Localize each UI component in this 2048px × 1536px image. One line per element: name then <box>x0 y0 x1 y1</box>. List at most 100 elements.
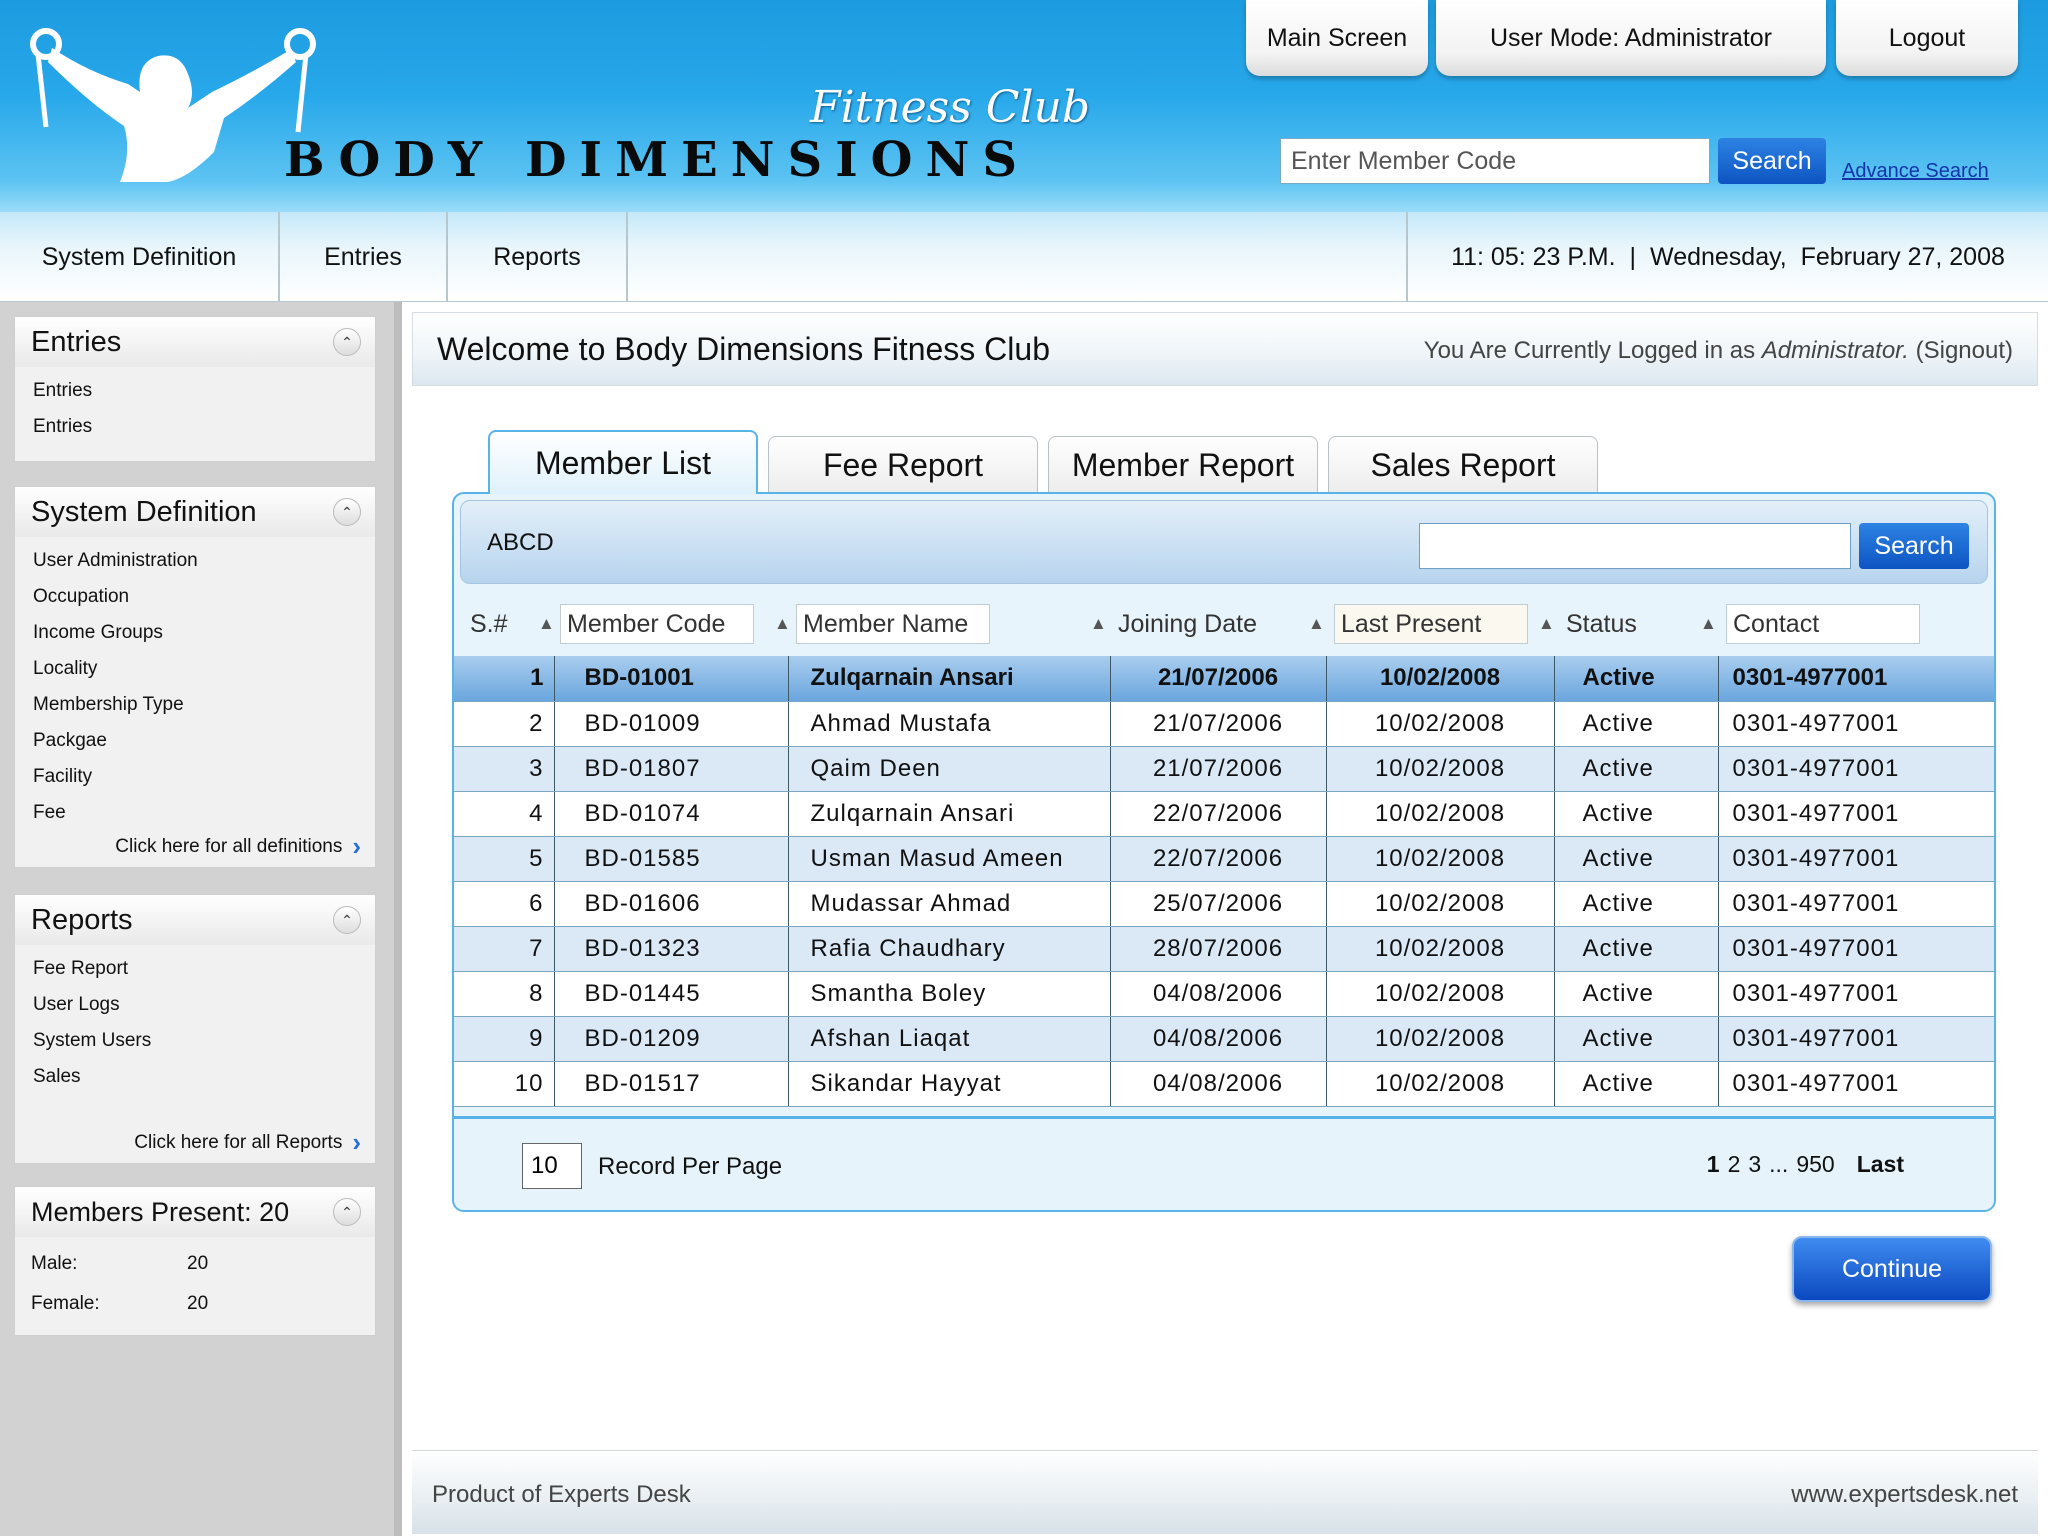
nav-entries[interactable]: Entries <box>280 212 448 302</box>
sidebar-item-entries[interactable]: Entries <box>33 409 375 445</box>
sidebar-item-entries[interactable]: Entries <box>33 373 375 409</box>
sidebar-item-sales[interactable]: Sales <box>33 1059 375 1095</box>
female-label: Female: <box>31 1293 100 1314</box>
collapse-icon[interactable]: ⌃ <box>333 498 361 526</box>
cell-member-code: BD-01585 <box>554 836 789 882</box>
time-display: 11: 05: 23 P.M. <box>1451 242 1616 271</box>
member-code-search-input[interactable] <box>1280 138 1710 184</box>
main-content: Welcome to Body Dimensions Fitness Club … <box>402 302 2048 1536</box>
column-header-contact[interactable]: Contact <box>1726 604 1920 644</box>
cell-member-name: Smantha Boley <box>788 971 1111 1017</box>
cell-member-name: Zulqarnain Ansari <box>788 791 1111 837</box>
footer-website-link[interactable]: www.expertsdesk.net <box>1791 1481 2018 1509</box>
last-page-link[interactable]: Last <box>1857 1151 1904 1178</box>
login-user: Administrator. <box>1761 337 1909 364</box>
cell-joining-date: 28/07/2006 <box>1110 926 1327 972</box>
collapse-icon[interactable]: ⌃ <box>333 1198 361 1226</box>
sidebar-item-occupation[interactable]: Occupation <box>33 579 375 615</box>
members-present-panel: Members Present: 20 ⌃ Male: 20 Female: 2… <box>14 1186 376 1336</box>
page-link[interactable]: 1 <box>1707 1151 1720 1178</box>
table-row[interactable]: 4 BD-01074 Zulqarnain Ansari 22/07/2006 10/0… <box>454 791 1994 837</box>
cell-last-present: 10/02/2008 <box>1326 881 1555 927</box>
column-header-joining-date[interactable]: Joining Date <box>1118 604 1257 644</box>
tab-member-list[interactable]: Member List <box>488 430 758 494</box>
filter-search-input[interactable] <box>1419 523 1851 569</box>
sidebar-item-user-administration[interactable]: User Administration <box>33 543 375 579</box>
user-mode-button[interactable]: User Mode: Administrator <box>1436 0 1826 76</box>
table-row[interactable]: 8 BD-01445 Smantha Boley 04/08/2006 10/02/20… <box>454 971 1994 1017</box>
table-row[interactable]: 6 BD-01606 Mudassar Ahmad 25/07/2006 10/02/2… <box>454 881 1994 927</box>
sidebar-item-locality[interactable]: Locality <box>33 651 375 687</box>
cell-status: Active <box>1554 926 1719 972</box>
sort-up-icon[interactable]: ▲ <box>1538 614 1555 634</box>
records-per-page-label: Record Per Page <box>598 1153 783 1180</box>
all-definitions-link[interactable]: Click here for all definitions › <box>115 831 361 862</box>
sidebar-item-facility[interactable]: Facility <box>33 759 375 795</box>
page-link[interactable]: 950 <box>1796 1151 1834 1178</box>
sidebar-item-fee-report[interactable]: Fee Report <box>33 951 375 987</box>
records-per-page-input[interactable] <box>522 1143 582 1189</box>
cell-member-code: BD-01009 <box>554 701 789 747</box>
sidebar-item-income-groups[interactable]: Income Groups <box>33 615 375 651</box>
cell-joining-date: 21/07/2006 <box>1110 656 1327 702</box>
cell-sn: 6 <box>454 881 555 927</box>
sort-up-icon[interactable]: ▲ <box>774 614 791 634</box>
cell-joining-date: 21/07/2006 <box>1110 701 1327 747</box>
table-row[interactable]: 3 BD-01807 Qaim Deen 21/07/2006 10/02/2008 Ac… <box>454 746 1994 792</box>
header-search-button[interactable]: Search <box>1718 138 1826 184</box>
nav-system-definition[interactable]: System Definition <box>0 212 280 302</box>
table-row[interactable]: 1 BD-01001 Zulqarnain Ansari 21/07/2006 10/0… <box>454 656 1994 702</box>
sidebar-item-membership-type[interactable]: Membership Type <box>33 687 375 723</box>
bodybuilder-logo-icon <box>30 28 316 182</box>
panel-header: Reports ⌃ <box>15 895 375 945</box>
cell-member-name: Usman Masud Ameen <box>788 836 1111 882</box>
all-reports-link[interactable]: Click here for all Reports › <box>134 1127 361 1158</box>
table-row[interactable]: 10 BD-01517 Sikandar Hayyat 04/08/2006 10/02… <box>454 1061 1994 1107</box>
advance-search-link[interactable]: Advance Search <box>1842 160 1989 183</box>
filter-search-button[interactable]: Search <box>1859 523 1969 569</box>
cell-joining-date: 04/08/2006 <box>1110 1061 1327 1107</box>
table-row[interactable]: 7 BD-01323 Rafia Chaudhary 28/07/2006 10/02/… <box>454 926 1994 972</box>
cell-last-present: 10/02/2008 <box>1326 791 1555 837</box>
sort-up-icon[interactable]: ▲ <box>1308 614 1325 634</box>
table-row[interactable]: 2 BD-01009 Ahmad Mustafa 21/07/2006 10/02/20… <box>454 701 1994 747</box>
sidebar-item-package[interactable]: Packgae <box>33 723 375 759</box>
collapse-icon[interactable]: ⌃ <box>333 906 361 934</box>
sort-up-icon[interactable]: ▲ <box>1700 614 1717 634</box>
entries-panel: Entries ⌃ Entries Entries <box>14 316 376 462</box>
date-display: Wednesday, February 27, 2008 <box>1650 242 2005 271</box>
column-header-status[interactable]: Status <box>1566 604 1637 644</box>
sort-up-icon[interactable]: ▲ <box>1090 614 1107 634</box>
column-header-member-code[interactable]: Member Code <box>560 604 754 644</box>
signout-link[interactable]: (Signout) <box>1909 337 2013 364</box>
tab-sales-report[interactable]: Sales Report <box>1328 436 1598 494</box>
cell-last-present: 10/02/2008 <box>1326 701 1555 747</box>
app-header: Fitness Club BODY DIMENSIONS Main Screen… <box>0 0 2048 212</box>
reports-panel: Reports ⌃ Fee Report User Logs System Us… <box>14 894 376 1164</box>
sort-up-icon[interactable]: ▲ <box>538 614 555 634</box>
page-link[interactable]: 3 <box>1748 1151 1761 1178</box>
cell-contact: 0301-4977001 <box>1718 791 1994 837</box>
member-list-panel: ABCD Search S.# ▲ Member Code ▲ Member N… <box>452 492 1996 1212</box>
cell-member-code: BD-01323 <box>554 926 789 972</box>
continue-button[interactable]: Continue <box>1792 1236 1992 1302</box>
main-screen-button[interactable]: Main Screen <box>1246 0 1428 76</box>
panel-title: Reports <box>31 903 133 936</box>
cell-last-present: 10/02/2008 <box>1326 746 1555 792</box>
tab-fee-report[interactable]: Fee Report <box>768 436 1038 494</box>
cell-contact: 0301-4977001 <box>1718 971 1994 1017</box>
sidebar-item-fee[interactable]: Fee <box>33 795 375 831</box>
sidebar-item-user-logs[interactable]: User Logs <box>33 987 375 1023</box>
cell-member-name: Ahmad Mustafa <box>788 701 1111 747</box>
column-header-member-name[interactable]: Member Name <box>796 604 990 644</box>
cell-last-present: 10/02/2008 <box>1326 926 1555 972</box>
collapse-icon[interactable]: ⌃ <box>333 328 361 356</box>
column-header-last-present[interactable]: Last Present <box>1334 604 1528 644</box>
nav-reports[interactable]: Reports <box>448 212 628 302</box>
table-row[interactable]: 9 BD-01209 Afshan Liaqat 04/08/2006 10/02/20… <box>454 1016 1994 1062</box>
tab-member-report[interactable]: Member Report <box>1048 436 1318 494</box>
logout-button[interactable]: Logout <box>1836 0 2018 76</box>
sidebar-item-system-users[interactable]: System Users <box>33 1023 375 1059</box>
table-row[interactable]: 5 BD-01585 Usman Masud Ameen 22/07/2006 10/0… <box>454 836 1994 882</box>
page-link[interactable]: 2 <box>1728 1151 1741 1178</box>
